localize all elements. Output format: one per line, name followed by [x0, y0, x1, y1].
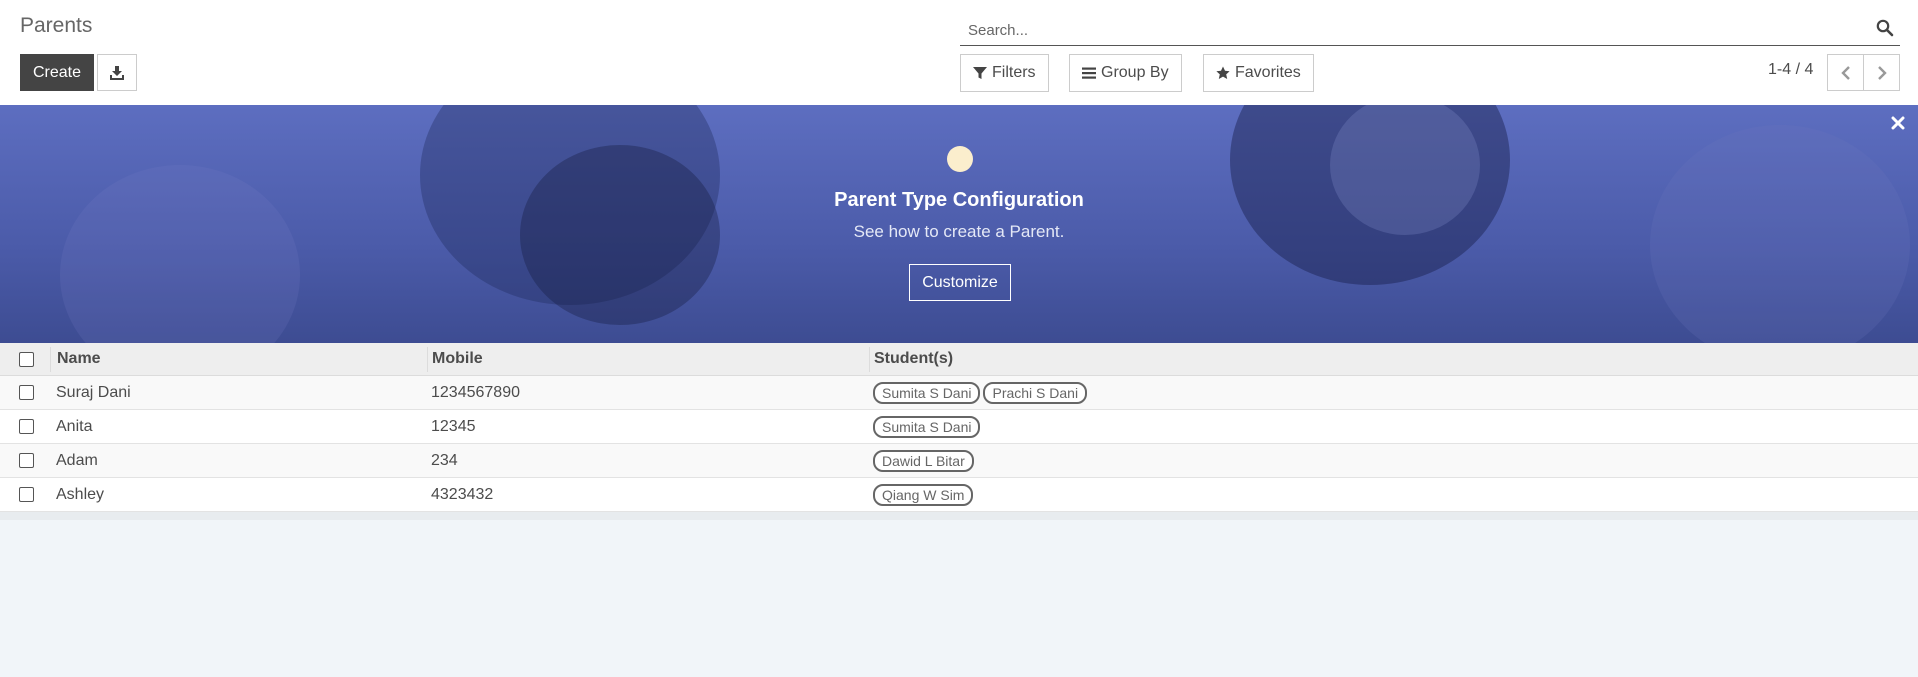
filters-button[interactable]: Filters [960, 54, 1049, 92]
cell-name: Suraj Dani [56, 383, 131, 401]
star-icon [1216, 66, 1230, 79]
banner-title: Parent Type Configuration [834, 189, 1084, 211]
customize-button[interactable]: Customize [909, 264, 1011, 301]
search-input[interactable] [966, 18, 1850, 42]
page-title: Parents [20, 14, 93, 37]
cell-name: Anita [56, 417, 93, 435]
student-tag[interactable]: Prachi S Dani [983, 381, 1088, 404]
close-icon[interactable] [1890, 115, 1906, 131]
filter-icon [973, 67, 987, 79]
banner-subtitle: See how to create a Parent. [853, 222, 1065, 241]
row-checkbox[interactable] [19, 453, 34, 468]
column-separator [427, 347, 428, 372]
favorites-button[interactable]: Favorites [1203, 54, 1314, 92]
table-body: Suraj Dani 1234567890 Sumita S Dani Prac… [0, 376, 1918, 512]
row-checkbox[interactable] [19, 385, 34, 400]
chevron-left-icon [1840, 65, 1850, 80]
search-bar [960, 12, 1900, 46]
student-tag[interactable]: Sumita S Dani [873, 381, 981, 404]
pager-value[interactable]: 1-4 / 4 [1768, 61, 1813, 79]
cell-students: Sumita S Dani Prachi S Dani [873, 376, 1090, 409]
cell-mobile: 234 [431, 451, 458, 469]
column-separator [869, 347, 870, 372]
cell-name: Adam [56, 451, 98, 469]
cell-mobile: 12345 [431, 417, 476, 435]
parents-table: Name Mobile Student(s) Suraj Dani 123456… [0, 343, 1918, 520]
row-checkbox[interactable] [19, 419, 34, 434]
table-row[interactable]: Ashley 4323432 Qiang W Sim [0, 478, 1918, 512]
pager-previous-button[interactable] [1827, 54, 1864, 91]
table-footer [0, 512, 1918, 520]
table-row[interactable]: Anita 12345 Sumita S Dani [0, 410, 1918, 444]
table-row[interactable]: Suraj Dani 1234567890 Sumita S Dani Prac… [0, 376, 1918, 410]
cell-students: Sumita S Dani [873, 410, 983, 443]
table-row[interactable]: Adam 234 Dawid L Bitar [0, 444, 1918, 478]
banner-step-dot [947, 146, 973, 172]
cell-mobile: 4323432 [431, 485, 494, 503]
cell-students: Qiang W Sim [873, 478, 976, 511]
group-by-button[interactable]: Group By [1069, 54, 1182, 92]
download-icon [110, 65, 124, 80]
filters-label: Filters [992, 64, 1036, 81]
column-header-mobile[interactable]: Mobile [432, 343, 483, 375]
group-by-label: Group By [1101, 64, 1169, 81]
cell-name: Ashley [56, 485, 105, 503]
student-tag[interactable]: Sumita S Dani [873, 415, 981, 438]
control-panel: Parents Create Filters Group By Favorite… [0, 0, 1918, 105]
create-button[interactable]: Create [20, 54, 94, 91]
table-header: Name Mobile Student(s) [0, 343, 1918, 376]
favorites-label: Favorites [1235, 64, 1301, 81]
pager-next-button[interactable] [1863, 54, 1900, 91]
export-button[interactable] [97, 54, 137, 91]
cell-students: Dawid L Bitar [873, 444, 977, 477]
chevron-right-icon [1877, 65, 1887, 80]
student-tag[interactable]: Qiang W Sim [873, 483, 974, 506]
cell-mobile: 1234567890 [431, 383, 520, 401]
bars-icon [1082, 67, 1096, 79]
column-header-name[interactable]: Name [57, 343, 101, 375]
search-icon[interactable] [1876, 19, 1894, 37]
onboarding-banner: Parent Type Configuration See how to cre… [0, 105, 1918, 343]
column-header-students[interactable]: Student(s) [874, 343, 953, 375]
column-separator [50, 347, 51, 372]
student-tag[interactable]: Dawid L Bitar [873, 449, 974, 472]
row-checkbox[interactable] [19, 487, 34, 502]
select-all-checkbox[interactable] [19, 352, 34, 367]
